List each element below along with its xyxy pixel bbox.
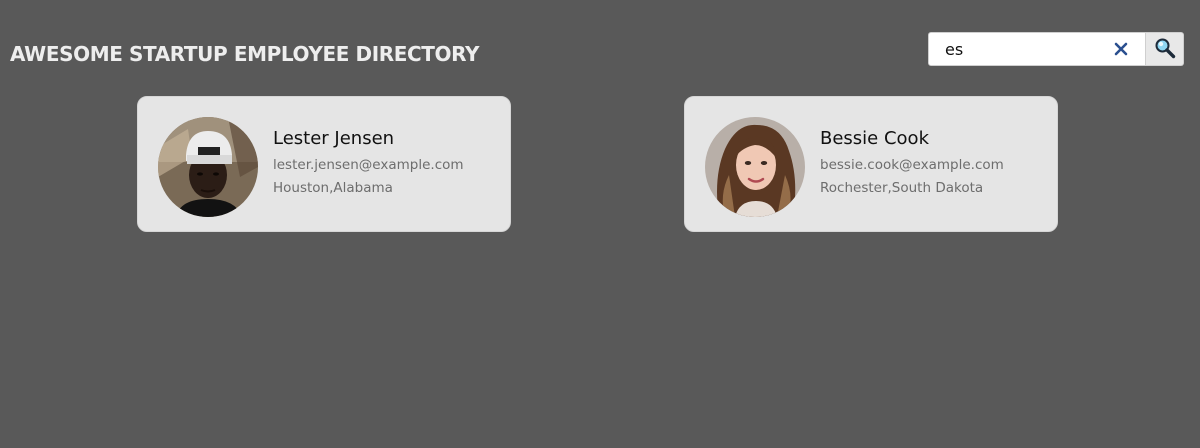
search-input[interactable] — [945, 33, 1105, 65]
page-title: AWESOME STARTUP EMPLOYEE DIRECTORY — [10, 42, 480, 66]
employee-email: lester.jensen@example.com — [273, 157, 464, 173]
header: AWESOME STARTUP EMPLOYEE DIRECTORY — [0, 0, 1200, 90]
close-icon[interactable] — [1113, 41, 1129, 57]
employee-name: Lester Jensen — [273, 128, 395, 149]
card-info: Bessie Cook bessie.cook@example.com Roch… — [820, 127, 1004, 197]
search-field — [928, 32, 1146, 66]
card-info: Lester Jensen lester.jensen@example.com … — [273, 127, 464, 197]
avatar — [158, 117, 258, 217]
search-button[interactable] — [1146, 32, 1184, 66]
search-box — [928, 32, 1184, 66]
avatar — [705, 117, 805, 217]
employee-card[interactable]: Lester Jensen lester.jensen@example.com … — [137, 96, 511, 232]
employee-location: Houston,Alabama — [273, 180, 393, 196]
employee-name: Bessie Cook — [820, 128, 929, 149]
magnifier-icon — [1154, 37, 1176, 62]
employee-card[interactable]: Bessie Cook bessie.cook@example.com Roch… — [684, 96, 1058, 232]
employee-email: bessie.cook@example.com — [820, 157, 1004, 173]
employee-location: Rochester,South Dakota — [820, 180, 984, 196]
